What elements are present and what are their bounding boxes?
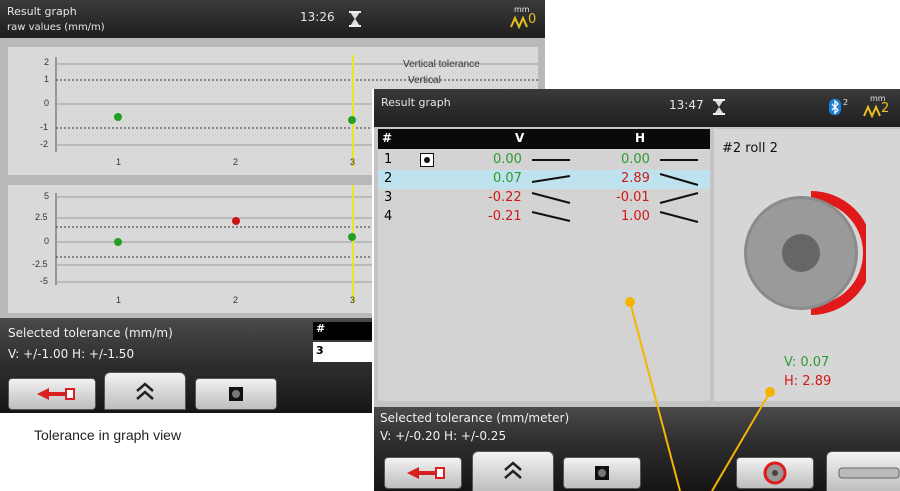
- x-tick: 2: [233, 157, 239, 167]
- front-footer: Selected tolerance (mm/meter) V: +/-0.20…: [374, 407, 900, 447]
- x-tick: 1: [116, 157, 122, 167]
- table-row-selected[interactable]: 2 0.07 2.89: [378, 170, 710, 189]
- front-screen: Result graph 13:47 2 mm 2 # V H 1 0.00 0…: [372, 89, 900, 491]
- shaft-icon: [838, 467, 900, 479]
- y-tick: -1: [40, 122, 49, 132]
- data-point: [232, 217, 240, 225]
- table-header: # V H: [378, 129, 710, 149]
- tolerance-title: Selected tolerance (mm/meter): [380, 411, 570, 425]
- back-header: Result graph raw values (mm/m) 13:26 mm …: [0, 0, 545, 38]
- exit-button[interactable]: [384, 457, 462, 489]
- zigzag-icon: [510, 14, 528, 33]
- y-tick: 0: [44, 236, 50, 246]
- row-h: -0.01: [616, 190, 650, 205]
- bluetooth-icon: [829, 99, 841, 119]
- point-button[interactable]: [195, 378, 277, 410]
- row-num: 3: [384, 190, 393, 205]
- y-tick: -2.5: [32, 259, 48, 269]
- data-point: [114, 238, 122, 246]
- row-h: 1.00: [621, 209, 650, 224]
- bluetooth-count: 2: [843, 98, 849, 107]
- exit-arrow-icon: [37, 388, 65, 400]
- y-tick: 2: [44, 57, 50, 67]
- y-tick: 2.5: [35, 212, 48, 222]
- tolerance-values: V: +/-0.20 H: +/-0.25: [380, 429, 507, 443]
- x-tick: 1: [116, 295, 122, 305]
- header-num: #: [382, 131, 393, 145]
- data-point: [348, 116, 356, 124]
- zigzag-icon: [863, 103, 881, 122]
- front-unit-value: 2: [881, 101, 890, 116]
- expand-button[interactable]: [104, 372, 186, 410]
- table-row[interactable]: 3 -0.22 -0.01: [378, 189, 710, 208]
- data-point: [348, 233, 356, 241]
- data-point: [114, 113, 122, 121]
- row-v: 0.07: [493, 171, 522, 186]
- y-tick: 5: [44, 191, 50, 201]
- y-tick: 1: [44, 74, 50, 84]
- row-v: -0.22: [488, 190, 522, 205]
- y-tick: 0: [44, 98, 50, 108]
- row-num: 1: [384, 152, 393, 167]
- exit-arrow-icon: [407, 467, 435, 479]
- row-h: 2.89: [621, 171, 650, 186]
- results-table: # V H 1 0.00 0.00 2 0.07 2.89 3 -0.22 -0…: [378, 129, 710, 401]
- h-readout: H: 2.89: [784, 374, 832, 389]
- row-v: 0.00: [493, 152, 522, 167]
- expand-button[interactable]: [472, 451, 554, 491]
- chevron-up-icon: [504, 461, 522, 471]
- hourglass-icon: [713, 99, 725, 119]
- x-tick: 3: [350, 157, 356, 167]
- back-subtitle: raw values (mm/m): [7, 22, 105, 33]
- tolerance-values: V: +/-1.00 H: +/-1.50: [8, 347, 135, 361]
- row-h: 0.00: [621, 152, 650, 167]
- back-time: 13:26: [300, 10, 335, 24]
- roll-panel: #2 roll 2 V: 0.07 H: 2.89: [714, 129, 900, 401]
- front-header: Result graph 13:47 2 mm 2: [374, 89, 900, 127]
- front-title: Result graph: [381, 96, 451, 109]
- roll-icon: [744, 191, 866, 315]
- row-v: -0.21: [488, 209, 522, 224]
- point-button[interactable]: [563, 457, 641, 489]
- chevron-up-icon: [136, 382, 154, 392]
- header-v: V: [515, 131, 525, 145]
- y-tick: -5: [40, 276, 49, 286]
- hourglass-icon: [349, 11, 361, 31]
- reference-icon: [420, 153, 434, 167]
- x-tick: 3: [350, 295, 356, 305]
- x-tick: 2: [233, 295, 239, 305]
- row-num: 2: [384, 171, 393, 186]
- table-row[interactable]: 4 -0.21 1.00: [378, 208, 710, 227]
- back-unit-value: 0: [528, 12, 537, 27]
- v-readout: V: 0.07: [784, 355, 830, 370]
- y-tick: -2: [40, 139, 49, 149]
- back-title: Result graph: [7, 5, 77, 18]
- front-time: 13:47: [669, 98, 704, 112]
- tolerance-title: Selected tolerance (mm/m): [8, 326, 173, 340]
- roll-title: #2 roll 2: [722, 141, 778, 156]
- legend-tolerance: Vertical tolerance: [403, 59, 480, 70]
- roll-view-button[interactable]: [736, 457, 814, 489]
- exit-button[interactable]: [8, 378, 96, 410]
- row-num: 4: [384, 209, 393, 224]
- caption: Tolerance in graph view: [34, 427, 182, 443]
- front-toolbar: [374, 447, 900, 491]
- header-h: H: [635, 131, 646, 145]
- shaft-view-button[interactable]: [826, 451, 900, 491]
- legend-series: Vertical: [408, 75, 441, 86]
- table-row[interactable]: 1 0.00 0.00: [378, 151, 710, 170]
